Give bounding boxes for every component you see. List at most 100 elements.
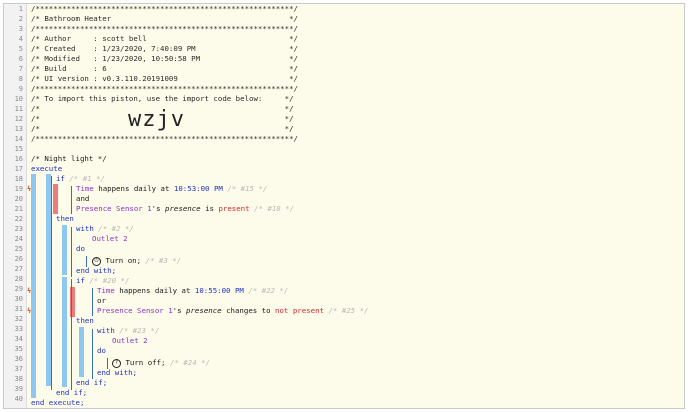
comment-23: /* #23 */ <box>119 326 160 335</box>
with-keyword-2: with <box>97 326 115 335</box>
help-icon: ? <box>112 358 121 368</box>
end-if-1[interactable]: end if; <box>56 388 87 398</box>
with-keyword: with <box>76 224 94 233</box>
presence-attr: presence <box>165 204 201 213</box>
execute-keyword[interactable]: execute <box>31 164 62 174</box>
comment-20: /* #20 */ <box>89 276 130 285</box>
happens-text: happens daily at <box>93 184 174 193</box>
line-number: 13 <box>14 125 23 133</box>
line-number: 17 <box>14 165 23 173</box>
line-number: 22 <box>14 215 23 223</box>
line-number: 31 <box>14 305 23 313</box>
import-code: wzjv <box>128 107 185 132</box>
apos-text: 's <box>151 204 166 213</box>
header-comment-line: /***************************************… <box>31 134 298 143</box>
header-comment-line: /* Build : 6 */ <box>31 64 298 73</box>
line-number: 7 <box>18 65 23 73</box>
line-number: 15 <box>14 145 23 153</box>
power-icon: ⏻ <box>92 256 101 266</box>
comment-3: /* #3 */ <box>145 256 182 265</box>
time-value-2: 10:55:00 PM <box>194 286 244 295</box>
line-number: 40 <box>14 395 23 403</box>
if-keyword: if <box>56 174 65 183</box>
condition-presence-2[interactable]: Presence Sensor 1's presence changes to … <box>97 306 368 316</box>
not-present-value: not present <box>275 306 324 315</box>
line-number: 27 <box>14 265 23 273</box>
and-operator[interactable]: and <box>76 194 89 204</box>
header-comment-line: /* Created : 1/23/2020, 7:40:09 PM */ <box>31 44 298 53</box>
line-number: 11 <box>14 105 23 113</box>
if-bracket-1 <box>51 176 52 390</box>
is-text: is <box>200 204 219 213</box>
comment-2: /* #2 */ <box>98 224 134 233</box>
if-keyword-2: if <box>76 276 85 285</box>
comment-1: /* #1 */ <box>69 174 105 183</box>
line-number: 6 <box>18 55 23 63</box>
if-block-bar-2 <box>62 277 67 387</box>
header-comment-line: /* Author : scott bell */ <box>31 34 298 43</box>
present-value: present <box>218 204 250 213</box>
time-device: Time <box>76 184 94 193</box>
turn-off-text: Turn off; <box>125 358 166 367</box>
condition-time-1[interactable]: Time happens daily at 10:53:00 PM /* #15… <box>76 184 267 194</box>
changes-to-text: changes to <box>221 306 276 315</box>
end-execute[interactable]: end execute; <box>31 398 84 408</box>
line-number: 24 <box>14 235 23 243</box>
comment-22: /* #22 */ <box>248 286 289 295</box>
header-comment-line: /* To import this piston, use the import… <box>31 94 294 103</box>
line-number: 38 <box>14 375 23 383</box>
line-number: 5 <box>18 45 23 53</box>
turn-off-command[interactable]: ? Turn off; /* #24 */ <box>112 358 210 368</box>
end-with-1[interactable]: end with; <box>76 266 116 276</box>
line-number: 23 <box>14 225 23 233</box>
with-statement-2[interactable]: with /* #23 */ <box>97 326 159 336</box>
end-if-2[interactable]: end if; <box>76 378 107 388</box>
if-statement-1[interactable]: if /* #1 */ <box>56 174 105 184</box>
turn-on-command[interactable]: ⏻ Turn on; /* #3 */ <box>92 256 181 266</box>
do-keyword-1[interactable]: do <box>76 244 85 254</box>
condition-presence-1[interactable]: Presence Sensor 1's presence is present … <box>76 204 294 214</box>
or-operator[interactable]: or <box>97 296 106 306</box>
with-bracket-1 <box>71 227 72 277</box>
line-number: 19 <box>14 185 23 193</box>
with-bracket-2 <box>92 329 93 379</box>
outlet-device-2[interactable]: Outlet 2 <box>112 336 148 346</box>
line-number: 1 <box>18 5 23 13</box>
if-bracket-2 <box>71 279 72 390</box>
if-statement-2[interactable]: if /* #20 */ <box>76 276 129 286</box>
presence-attr-2: presence <box>186 306 222 315</box>
line-number: 30 <box>14 295 23 303</box>
then-keyword-1[interactable]: then <box>56 214 74 224</box>
line-number: 14 <box>14 135 23 143</box>
line-number: 29 <box>14 285 23 293</box>
line-number: 10 <box>14 95 23 103</box>
presence-sensor-device: Presence Sensor 1 <box>76 204 152 213</box>
turn-on-text: Turn on; <box>105 256 142 265</box>
with-statement-1[interactable]: with /* #2 */ <box>76 224 134 234</box>
comment-24: /* #24 */ <box>169 358 210 367</box>
end-with-2[interactable]: end with; <box>97 368 137 378</box>
line-number: 9 <box>18 85 23 93</box>
line-number: 12 <box>14 115 23 123</box>
condition-time-2[interactable]: Time happens daily at 10:55:00 PM /* #22… <box>97 286 288 296</box>
line-number: 32 <box>14 315 23 323</box>
line-number: 37 <box>14 365 23 373</box>
comment-night-light: /* Night light */ <box>31 154 107 163</box>
then-keyword-2[interactable]: then <box>76 316 94 326</box>
do-keyword-2[interactable]: do <box>97 346 106 356</box>
line-number: 34 <box>14 335 23 343</box>
line-number: 39 <box>14 385 23 393</box>
presence-sensor-device-2: Presence Sensor 1 <box>97 306 173 315</box>
line-number: 3 <box>18 25 23 33</box>
header-comment-line: /* Modified : 1/23/2020, 10:50:58 PM */ <box>31 54 298 63</box>
trigger-bar-1 <box>53 184 58 214</box>
header-comment-line: /***************************************… <box>31 4 298 13</box>
time-device-2: Time <box>97 286 115 295</box>
line-number: 26 <box>14 255 23 263</box>
line-number: 18 <box>14 175 23 183</box>
line-number: 28 <box>14 275 23 283</box>
line-number: 36 <box>14 355 23 363</box>
line-number: 33 <box>14 325 23 333</box>
outlet-device-1[interactable]: Outlet 2 <box>92 234 128 244</box>
condition-bracket-1 <box>71 186 72 214</box>
